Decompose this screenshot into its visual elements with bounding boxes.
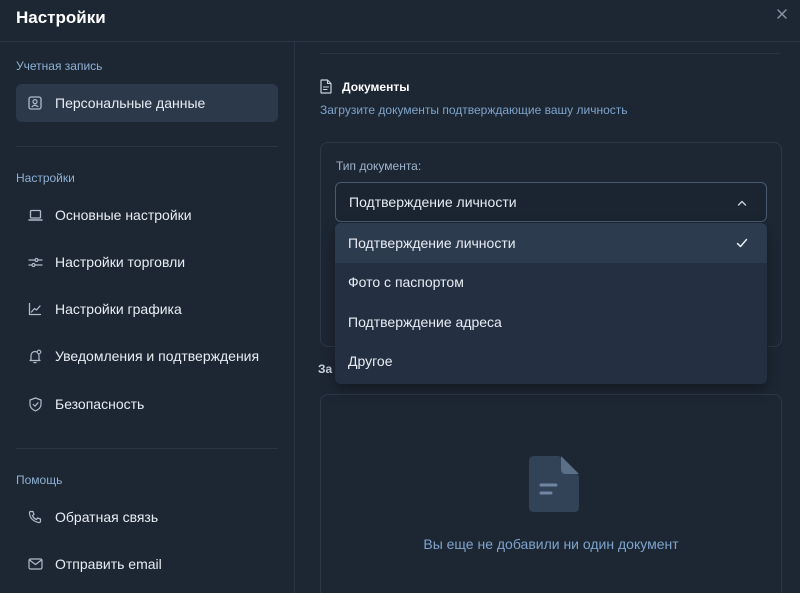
bell-icon [27,348,43,364]
empty-state-text: Вы еще не добавили ни один документ [423,536,679,552]
empty-document-icon [523,455,581,513]
sidebar-item-security[interactable]: Безопасность [16,385,278,423]
sidebar-item-label: Персональные данные [55,95,206,111]
sidebar-item-notifications[interactable]: Уведомления и подтверждения [16,337,278,375]
dropdown-option-label: Подтверждение личности [348,234,516,251]
shield-icon [27,396,43,412]
sidebar-divider [16,146,278,147]
sidebar: Учетная запись Персональные данные Настр… [0,42,295,593]
chevron-up-icon [736,196,748,208]
sidebar-section-settings: Настройки [16,171,75,185]
sidebar-item-send-email[interactable]: Отправить email [16,545,278,583]
sidebar-item-label: Настройки торговли [55,254,186,270]
document-type-label: Тип документа: [336,159,422,173]
sidebar-item-label: Отправить email [55,556,162,572]
phone-icon [27,509,43,525]
sidebar-item-label: Настройки графика [55,301,182,317]
dropdown-option-other[interactable]: Другое [335,342,767,382]
sidebar-item-feedback[interactable]: Обратная связь [16,498,278,536]
uploaded-documents-heading: За [318,362,333,376]
sidebar-item-chart-settings[interactable]: Настройки графика [16,290,278,328]
document-type-dropdown: Подтверждение личности Фото с паспортом … [335,223,767,384]
laptop-icon [27,207,43,223]
dropdown-option-label: Другое [348,353,393,370]
dropdown-option-identity[interactable]: Подтверждение личности [335,223,767,263]
sidebar-item-general-settings[interactable]: Основные настройки [16,196,278,234]
document-icon [320,79,334,95]
dropdown-option-passport-photo[interactable]: Фото с паспортом [335,263,767,303]
window-title: Настройки [16,8,106,27]
sidebar-item-trading-settings[interactable]: Настройки торговли [16,243,278,281]
document-type-selected-value: Подтверждение личности [349,194,517,210]
sidebar-divider [16,448,278,449]
content-divider [320,53,780,54]
sidebar-item-label: Основные настройки [55,207,192,223]
sliders-icon [27,254,43,270]
sidebar-section-account: Учетная запись [16,59,103,73]
checkmark-icon [735,236,749,250]
mail-icon [27,556,43,572]
user-card-icon [27,95,43,111]
documents-title: Документы [342,80,410,94]
window-header: Настройки [0,0,800,42]
documents-subtitle: Загрузите документы подтверждающие вашу … [320,103,628,117]
dropdown-option-address[interactable]: Подтверждение адреса [335,302,767,342]
dropdown-option-label: Фото с паспортом [348,274,464,291]
sidebar-item-label: Уведомления и подтверждения [55,348,260,364]
chart-line-icon [27,301,43,317]
close-icon[interactable] [774,6,790,22]
sidebar-item-label: Безопасность [55,396,145,412]
documents-header: Документы [320,79,409,95]
document-type-select[interactable]: Подтверждение личности [335,182,767,222]
sidebar-section-help: Помощь [16,473,63,487]
sidebar-item-personal-data[interactable]: Персональные данные [16,84,278,122]
sidebar-item-label: Обратная связь [55,509,159,525]
dropdown-option-label: Подтверждение адреса [348,313,502,330]
